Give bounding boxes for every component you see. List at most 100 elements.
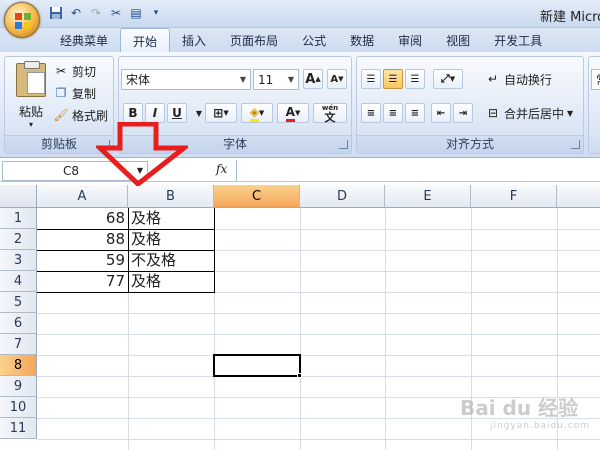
wrap-text-button[interactable]: ↵ 自动换行 <box>485 69 552 89</box>
bold-button[interactable]: B <box>123 103 143 123</box>
increase-indent-button[interactable]: ⇥ <box>453 103 473 123</box>
fill-color-button[interactable]: ◈ ▼ <box>241 103 273 123</box>
tab-classic-menu[interactable]: 经典菜单 <box>48 28 120 52</box>
font-color-button[interactable]: A ▼ <box>277 103 309 123</box>
row-header-7[interactable]: 7 <box>0 334 37 355</box>
save-icon[interactable] <box>48 5 64 21</box>
copy-button[interactable]: ❐ 复制 <box>53 83 96 103</box>
grow-font-icon: A <box>305 71 316 87</box>
tab-home[interactable]: 开始 <box>120 28 171 52</box>
cut-button[interactable]: ✂ 剪切 <box>53 61 96 81</box>
red-arrow-annotation <box>96 122 188 186</box>
alignment-group-label: 对齐方式 <box>357 135 583 153</box>
tab-review[interactable]: 审阅 <box>386 28 434 52</box>
row-header-11[interactable]: 11 <box>0 418 37 439</box>
cell-b2[interactable]: 及格 <box>128 229 214 250</box>
font-color-icon: A <box>285 105 295 122</box>
merge-icon: ⊟ <box>487 106 499 120</box>
phonetic-button[interactable]: wén 文 <box>313 103 347 123</box>
format-painter-label: 格式刷 <box>72 108 109 123</box>
orientation-button[interactable]: ⤢ ▼ <box>433 69 463 89</box>
paint-icon[interactable]: ✂ <box>108 5 124 21</box>
decrease-indent-button[interactable]: ⇤ <box>431 103 451 123</box>
redo-icon[interactable]: ↷ <box>88 5 104 21</box>
undo-icon[interactable]: ↶ <box>68 5 84 21</box>
brush-icon: 🖌 <box>53 108 69 122</box>
wrap-text-label: 自动换行 <box>504 72 553 87</box>
align-right-button[interactable]: ≡ <box>405 103 425 123</box>
borders-button[interactable]: ⊞ ▼ <box>205 103 237 123</box>
row-header-8[interactable]: 8 <box>0 355 37 376</box>
number-group: 常 <box>588 56 600 154</box>
copy-label: 复制 <box>72 86 97 101</box>
row-header-3[interactable]: 3 <box>0 250 37 271</box>
font-name-select[interactable]: 宋体 ▼ <box>121 69 251 90</box>
column-header-d[interactable]: D <box>300 185 385 208</box>
cell-a2[interactable]: 88 <box>37 229 128 250</box>
cell-a3[interactable]: 59 <box>37 250 128 271</box>
column-header-b[interactable]: B <box>128 185 214 208</box>
cell-a1[interactable]: 68 <box>37 208 128 229</box>
align-center-button[interactable]: ≡ <box>383 103 403 123</box>
cut-label: 剪切 <box>72 64 97 79</box>
formula-bar: C8 ▼ <box>0 160 600 182</box>
watermark-subtext: jingyan.baidu.com <box>490 421 591 431</box>
formula-input[interactable] <box>236 160 600 181</box>
column-header-e[interactable]: E <box>385 185 471 208</box>
fill-handle[interactable] <box>297 373 302 378</box>
orientation-icon: ⤢ <box>440 72 450 85</box>
office-button[interactable] <box>4 2 40 38</box>
tab-view[interactable]: 视图 <box>434 28 482 52</box>
grow-font-button[interactable]: A ▲ <box>303 69 323 89</box>
cell-b3[interactable]: 不及格 <box>128 250 214 271</box>
border-icon: ⊞ <box>213 106 224 120</box>
row-header-9[interactable]: 9 <box>0 376 37 397</box>
tab-insert[interactable]: 插入 <box>170 28 218 52</box>
merge-center-label: 合并后居中 <box>504 106 565 121</box>
select-all-corner[interactable] <box>0 185 37 208</box>
office-logo-icon <box>15 13 31 29</box>
row-header-1[interactable]: 1 <box>0 208 37 229</box>
baidu-watermark: Bai du 经验 jingyan.baidu.com <box>460 392 590 431</box>
format-icon[interactable]: ▤ <box>128 5 144 21</box>
italic-button[interactable]: I <box>145 103 165 123</box>
row-header-6[interactable]: 6 <box>0 313 37 334</box>
row-header-5[interactable]: 5 <box>0 292 37 313</box>
shrink-font-button[interactable]: A ▼ <box>327 69 347 89</box>
fx-icon[interactable]: fx <box>216 162 227 176</box>
align-top-button[interactable]: ☰ <box>361 69 381 89</box>
tab-formulas[interactable]: 公式 <box>290 28 338 52</box>
tab-data[interactable]: 数据 <box>338 28 386 52</box>
shrink-font-icon: A <box>330 73 339 85</box>
merge-center-button[interactable]: ⊟ 合并后居中 ▼ <box>485 103 573 123</box>
column-header-a[interactable]: A <box>37 185 128 208</box>
align-left-button[interactable]: ≡ <box>361 103 381 123</box>
alignment-launcher-icon[interactable] <box>571 140 580 149</box>
row-header-4[interactable]: 4 <box>0 271 37 292</box>
tab-developer[interactable]: 开发工具 <box>482 28 554 52</box>
active-cell-c8[interactable] <box>213 354 301 377</box>
row-header-10[interactable]: 10 <box>0 397 37 418</box>
underline-button[interactable]: U <box>167 103 187 123</box>
quick-access-toolbar: ↶ ↷ ✂ ▤ ▾ <box>48 5 164 21</box>
tab-page-layout[interactable]: 页面布局 <box>218 28 290 52</box>
number-format-select[interactable]: 常 <box>591 69 600 90</box>
font-launcher-icon[interactable] <box>339 140 348 149</box>
cell-b4[interactable]: 及格 <box>128 271 214 292</box>
cell-a4[interactable]: 77 <box>37 271 128 292</box>
font-name-value: 宋体 <box>126 73 151 87</box>
cell-b1[interactable]: 及格 <box>128 208 214 229</box>
title-bar: ↶ ↷ ✂ ▤ ▾ 新建 Micro <box>0 0 600 28</box>
customize-qat-icon[interactable]: ▾ <box>148 5 164 21</box>
font-size-select[interactable]: 11 ▼ <box>253 69 299 90</box>
column-header-c[interactable]: C <box>214 185 300 208</box>
align-center-icon: ≡ <box>388 107 398 119</box>
column-header-g[interactable] <box>557 185 600 208</box>
align-middle-button[interactable]: ☰ <box>383 69 403 89</box>
number-format-value: 常 <box>596 71 600 88</box>
column-header-f[interactable]: F <box>471 185 557 208</box>
chevron-down-icon: ▼ <box>239 75 246 84</box>
row-header-2[interactable]: 2 <box>0 229 37 250</box>
align-bottom-button[interactable]: ☰ <box>405 69 425 89</box>
paste-button[interactable]: 粘贴 ▾ <box>11 61 51 129</box>
